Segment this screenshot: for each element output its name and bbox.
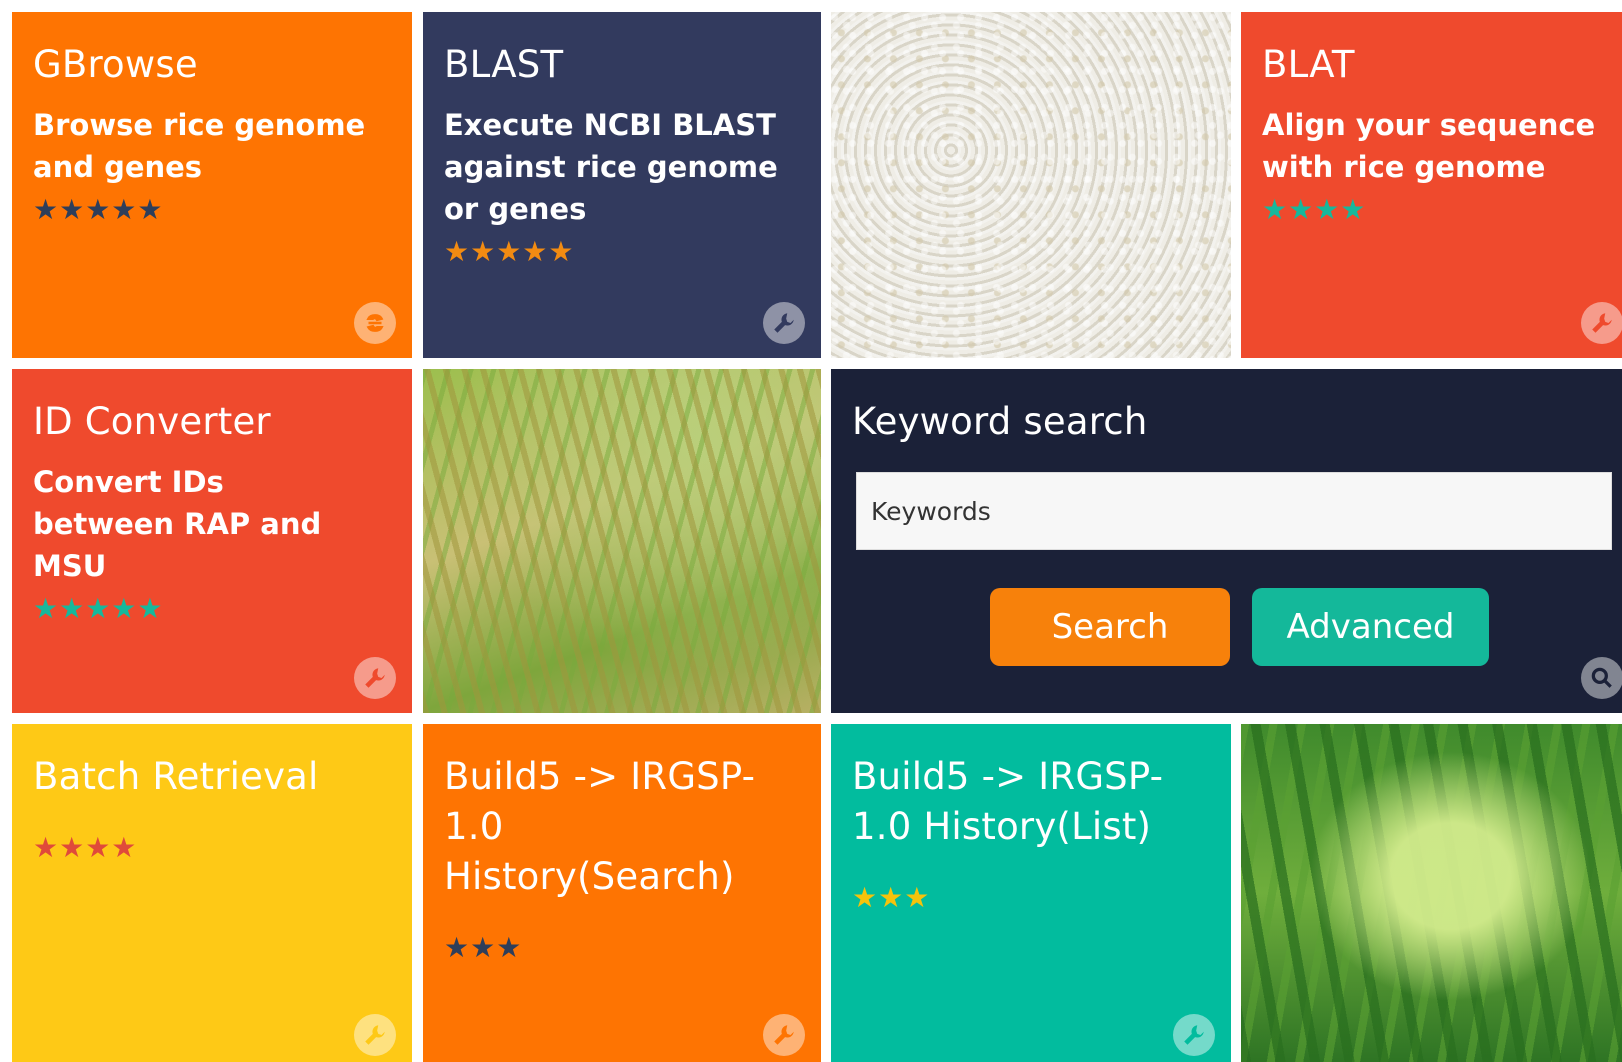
rating-stars: ★★★★ xyxy=(1262,193,1367,226)
wrench-icon xyxy=(354,657,396,699)
advanced-search-button[interactable]: Advanced xyxy=(1252,588,1489,666)
tile-title: BLAST xyxy=(444,43,564,86)
rating-stars: ★★★★★ xyxy=(444,235,575,268)
tile-description: Align your sequence with rice genome xyxy=(1262,108,1596,184)
tile-blat[interactable]: BLAT Align your sequence with rice genom… xyxy=(1241,12,1622,358)
tile-title: BLAT xyxy=(1262,43,1355,86)
tile-id-converter[interactable]: ID Converter Convert IDs between RAP and… xyxy=(12,369,412,713)
tile-history-list[interactable]: Build5 -> IRGSP-1.0 History(List) ★★★ xyxy=(831,724,1231,1062)
rice-field-photo xyxy=(423,369,821,713)
tile-description: Browse rice genome and genes xyxy=(33,108,366,184)
tile-title: Build5 -> IRGSP-1.0 History(Search) xyxy=(444,755,756,898)
tile-title: Batch Retrieval xyxy=(33,755,319,798)
rating-stars: ★★★ xyxy=(852,881,931,914)
tile-blast[interactable]: BLAST Execute NCBI BLAST against rice ge… xyxy=(423,12,821,358)
gbrowse-icon xyxy=(354,302,396,344)
rating-stars: ★★★ xyxy=(444,931,523,964)
tile-title: Build5 -> IRGSP-1.0 History(List) xyxy=(852,755,1164,848)
wrench-icon xyxy=(763,302,805,344)
wrench-icon xyxy=(763,1014,805,1056)
tile-history-search[interactable]: Build5 -> IRGSP-1.0 History(Search) ★★★ xyxy=(423,724,821,1062)
tool-grid: GBrowse Browse rice genome and genes ★★★… xyxy=(0,0,1622,1062)
tile-gbrowse[interactable]: GBrowse Browse rice genome and genes ★★★… xyxy=(12,12,412,358)
tile-description: Convert IDs between RAP and MSU xyxy=(33,465,322,583)
keyword-search-title: Keyword search xyxy=(852,400,1148,443)
search-button[interactable]: Search xyxy=(990,588,1230,666)
tile-title: ID Converter xyxy=(33,400,271,443)
rating-stars: ★★★★ xyxy=(33,831,138,864)
tile-batch-retrieval[interactable]: Batch Retrieval ★★★★ xyxy=(12,724,412,1062)
wrench-icon xyxy=(1581,302,1622,344)
rice-panicle-photo xyxy=(1241,724,1622,1062)
wrench-icon xyxy=(354,1014,396,1056)
rice-grains-photo xyxy=(831,12,1231,358)
rating-stars: ★★★★★ xyxy=(33,592,164,625)
rating-stars: ★★★★★ xyxy=(33,193,164,226)
tile-title: GBrowse xyxy=(33,43,198,86)
tile-description: Execute NCBI BLAST against rice genome o… xyxy=(444,108,778,226)
search-icon xyxy=(1581,657,1622,699)
keyword-search-input[interactable] xyxy=(856,472,1612,550)
wrench-icon xyxy=(1173,1014,1215,1056)
